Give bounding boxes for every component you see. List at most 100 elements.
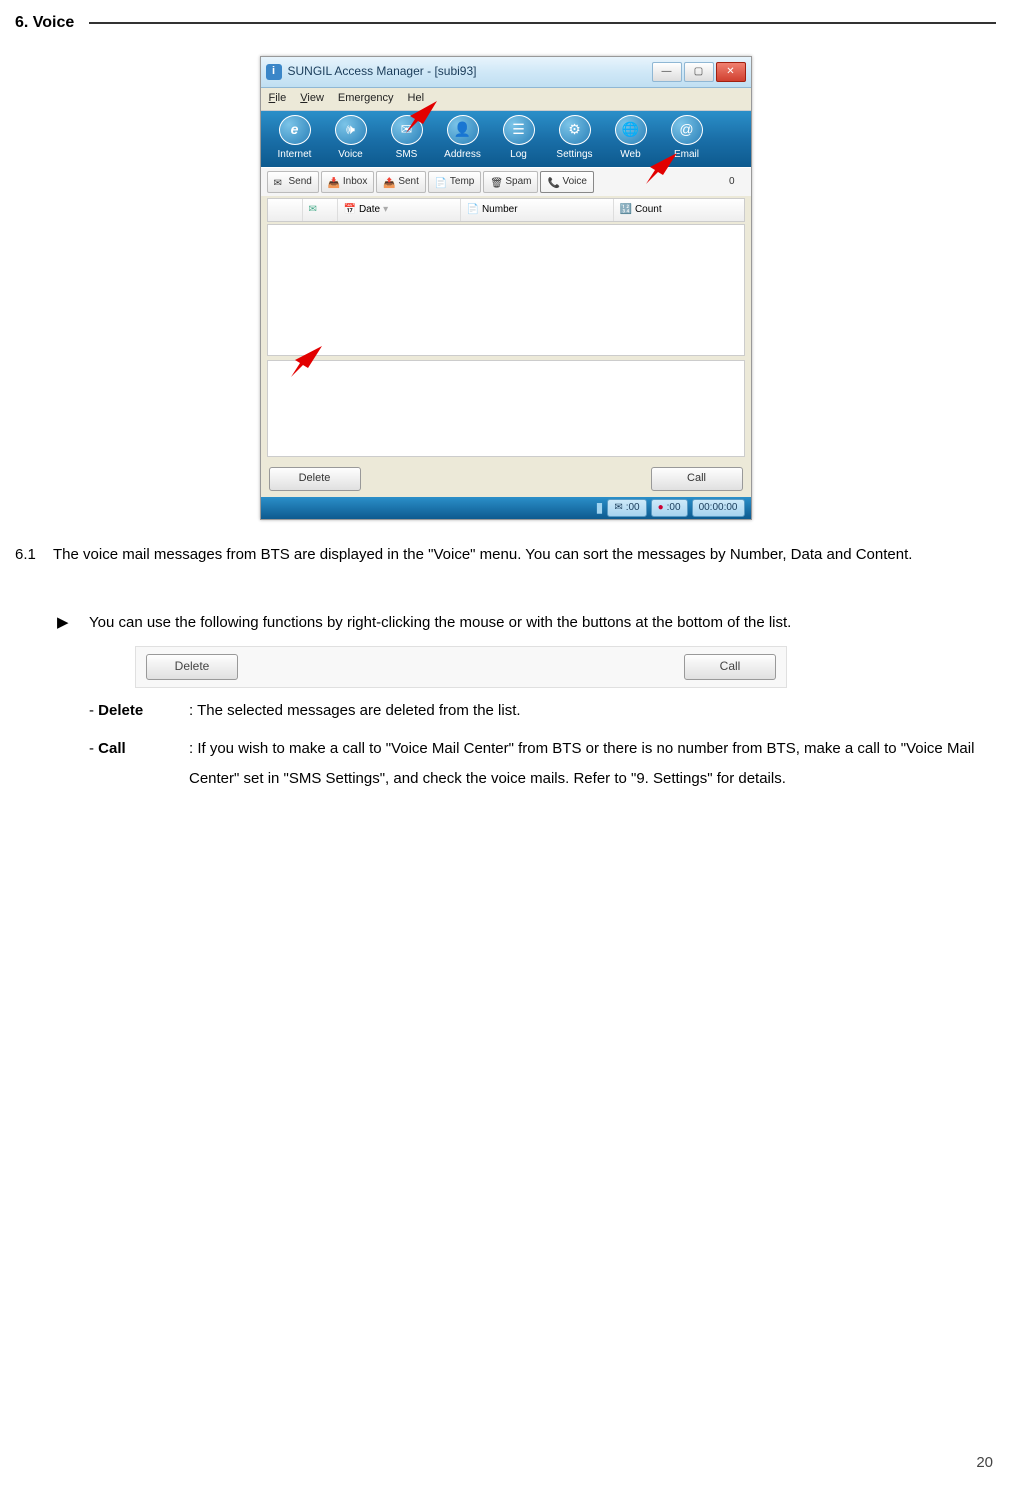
col-status-icon[interactable]: ✉ bbox=[303, 199, 338, 221]
status-value: 00:00:00 bbox=[699, 500, 738, 516]
call-button[interactable]: Call bbox=[651, 467, 743, 491]
main-toolbar: e Internet 🕪 Voice ✉ SMS 👤 Address ☰ Log… bbox=[261, 111, 751, 167]
toolbar-label: SMS bbox=[396, 147, 418, 163]
preview-pane bbox=[267, 360, 745, 457]
term-label: Call bbox=[98, 740, 126, 757]
sms-status-icon: ✉ bbox=[614, 500, 622, 516]
spam-icon: 🗑 bbox=[490, 176, 502, 188]
col-number[interactable]: 📄 Number bbox=[461, 199, 614, 221]
definition-delete: - Delete : The selected messages are del… bbox=[89, 696, 996, 726]
toolbar-internet[interactable]: e Internet bbox=[267, 115, 323, 163]
menu-emergency[interactable]: Emergency bbox=[338, 90, 394, 108]
tab-label: Voice bbox=[562, 174, 586, 190]
address-icon: 👤 bbox=[447, 115, 479, 145]
tab-label: Spam bbox=[505, 174, 531, 190]
log-icon: ☰ bbox=[503, 115, 535, 145]
col-checkbox[interactable] bbox=[268, 199, 303, 221]
tab-sent[interactable]: 📤 Sent bbox=[376, 171, 426, 193]
paragraph-text: The voice mail messages from BTS are dis… bbox=[53, 546, 912, 563]
toolbar-label: Web bbox=[620, 147, 640, 163]
close-button[interactable]: ✕ bbox=[716, 62, 746, 82]
col-label: Number bbox=[482, 202, 518, 218]
col-count[interactable]: 🔢 Count bbox=[614, 199, 744, 221]
page-number: 20 bbox=[976, 1451, 993, 1475]
item-count: 0 bbox=[729, 174, 745, 190]
temp-icon: 📄 bbox=[435, 176, 447, 188]
horizontal-rule bbox=[89, 22, 996, 24]
paragraph-6-1: 6.1The voice mail messages from BTS are … bbox=[15, 540, 996, 570]
internet-icon: e bbox=[279, 115, 311, 145]
bullet-marker-icon: ▶ bbox=[57, 608, 89, 638]
toolbar-label: Email bbox=[674, 147, 699, 163]
bullet-text: You can use the following functions by r… bbox=[89, 614, 791, 631]
menu-view[interactable]: View bbox=[300, 90, 324, 108]
toolbar-settings[interactable]: ⚙ Settings bbox=[547, 115, 603, 163]
tab-voice[interactable]: 📞 Voice bbox=[540, 171, 593, 193]
section-header: 6. Voice bbox=[15, 10, 996, 36]
tab-temp[interactable]: 📄 Temp bbox=[428, 171, 481, 193]
toolbar-email[interactable]: @ Email bbox=[659, 115, 715, 163]
toolbar-log[interactable]: ☰ Log bbox=[491, 115, 547, 163]
section-title: 6. Voice bbox=[15, 10, 74, 36]
tab-spam[interactable]: 🗑 Spam bbox=[483, 171, 538, 193]
call-button-illustration: Call bbox=[684, 654, 776, 680]
sent-icon: 📤 bbox=[383, 176, 395, 188]
tab-send[interactable]: ✉ Send bbox=[267, 171, 319, 193]
button-row: Delete Call bbox=[261, 461, 751, 497]
definition-term: - Call bbox=[89, 734, 189, 794]
sort-indicator-icon: ▾ bbox=[383, 202, 388, 218]
calendar-icon: 📅 bbox=[344, 202, 356, 218]
voice-tab-icon: 📞 bbox=[547, 176, 559, 188]
definition-call: - Call : If you wish to make a call to "… bbox=[89, 734, 996, 794]
toolbar-sms[interactable]: ✉ SMS bbox=[379, 115, 435, 163]
status-value: :00 bbox=[626, 500, 640, 516]
status-value: :00 bbox=[667, 500, 681, 516]
title-bar: i SUNGIL Access Manager - [subi93] — ▢ ✕ bbox=[261, 57, 751, 88]
menu-file[interactable]: File bbox=[269, 90, 287, 108]
tab-label: Send bbox=[289, 174, 312, 190]
term-label: Delete bbox=[98, 702, 143, 719]
button-bar-illustration: Delete Call bbox=[135, 646, 787, 688]
definition-description: : The selected messages are deleted from… bbox=[189, 696, 996, 726]
minimize-button[interactable]: — bbox=[652, 62, 682, 82]
col-date[interactable]: 📅 Date ▾ bbox=[338, 199, 461, 221]
number-icon: 📄 bbox=[467, 202, 479, 218]
toolbar-label: Settings bbox=[556, 147, 592, 163]
toolbar-label: Address bbox=[444, 147, 481, 163]
envelope-icon: ✉ bbox=[309, 202, 317, 218]
count-icon: 🔢 bbox=[620, 202, 632, 218]
list-header: ✉ 📅 Date ▾ 📄 Number 🔢 Count bbox=[267, 198, 745, 222]
status-sms: ✉ :00 bbox=[607, 499, 646, 517]
section-number: 6.1 bbox=[15, 540, 53, 570]
toolbar-label: Internet bbox=[278, 147, 312, 163]
tabs-row: ✉ Send 📥 Inbox 📤 Sent 📄 Temp 🗑 Spam 📞 Vo… bbox=[261, 167, 751, 196]
send-icon: ✉ bbox=[274, 176, 286, 188]
status-bar: ▮ ✉ :00 ● :00 00:00:00 bbox=[261, 497, 751, 519]
email-icon: @ bbox=[671, 115, 703, 145]
menu-bar: File View Emergency Hel bbox=[261, 88, 751, 111]
definition-term: - Delete bbox=[89, 696, 189, 726]
maximize-button[interactable]: ▢ bbox=[684, 62, 714, 82]
definition-description: : If you wish to make a call to "Voice M… bbox=[189, 734, 996, 794]
toolbar-label: Log bbox=[510, 147, 527, 163]
tab-label: Inbox bbox=[343, 174, 367, 190]
toolbar-address[interactable]: 👤 Address bbox=[435, 115, 491, 163]
toolbar-voice[interactable]: 🕪 Voice bbox=[323, 115, 379, 163]
toolbar-web[interactable]: 🌐 Web bbox=[603, 115, 659, 163]
signal-icon: ▮ bbox=[596, 496, 604, 518]
window-title: SUNGIL Access Manager - [subi93] bbox=[288, 62, 652, 81]
message-list[interactable] bbox=[267, 224, 745, 356]
window-controls: — ▢ ✕ bbox=[652, 62, 746, 82]
tab-label: Temp bbox=[450, 174, 474, 190]
toolbar-label: Voice bbox=[338, 147, 362, 163]
web-icon: 🌐 bbox=[615, 115, 647, 145]
voice-status-icon: ● bbox=[658, 500, 664, 516]
sms-icon: ✉ bbox=[391, 115, 423, 145]
tab-label: Sent bbox=[398, 174, 419, 190]
tab-inbox[interactable]: 📥 Inbox bbox=[321, 171, 374, 193]
menu-help[interactable]: Hel bbox=[408, 90, 425, 108]
voice-icon: 🕪 bbox=[335, 115, 367, 145]
settings-icon: ⚙ bbox=[559, 115, 591, 145]
delete-button[interactable]: Delete bbox=[269, 467, 361, 491]
status-voice: ● :00 bbox=[651, 499, 688, 517]
